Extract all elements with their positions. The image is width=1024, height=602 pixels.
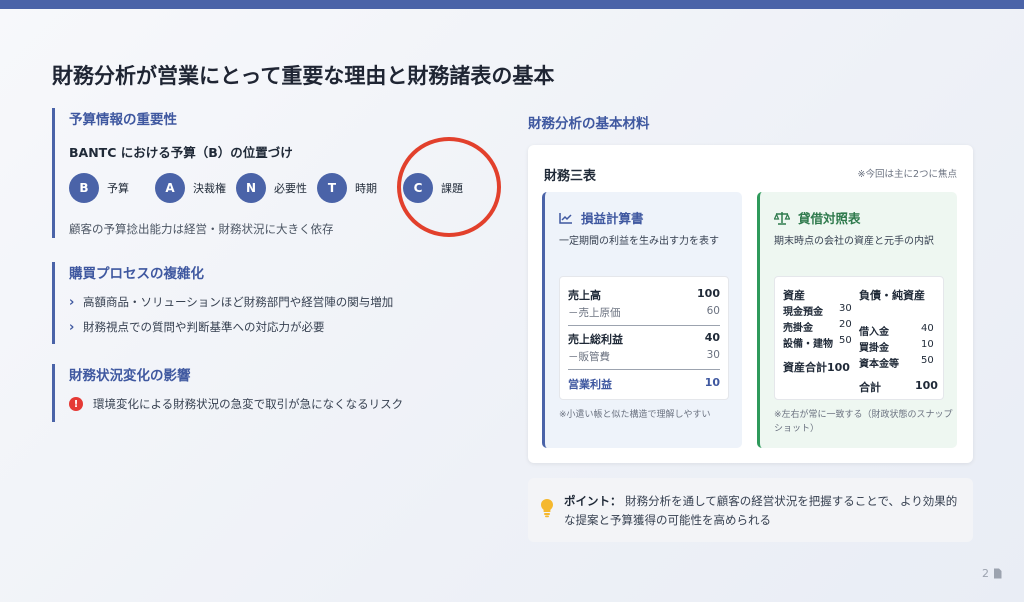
bullet-text: 高額商品・ソリューションほど財務部門や経営陣の関与増加 <box>83 295 394 309</box>
row-label: 営業利益 <box>568 378 612 391</box>
scale-icon <box>774 211 790 225</box>
chevron-right-icon: › <box>69 319 75 335</box>
purchase-section: 購買プロセスの複雑化 › 高額商品・ソリューションほど財務部門や経営陣の関与増加… <box>52 262 502 344</box>
bantc-label: 決裁権 <box>193 182 226 195</box>
bantc-label: 必要性 <box>274 182 307 195</box>
asset-value: 50 <box>839 335 852 346</box>
finance-change-section: 財務状況変化の影響 ! 環境変化による財務状況の急変で取引が急になくなるリスク <box>52 364 502 422</box>
page-number-text: 2 <box>982 567 989 580</box>
annotation-circle <box>397 137 501 237</box>
table-row: 売上総利益 40 <box>568 331 720 347</box>
balance-sheet-foot: ※左右が常に一致する（財政状態のスナップショット） <box>774 410 953 434</box>
income-statement-panel: 損益計算書 一定期間の利益を生み出す力を表す 売上高 100 －売上原価 60 … <box>542 192 742 448</box>
liabilities-total-value: 100 <box>915 379 938 392</box>
liability-value: 40 <box>921 323 934 334</box>
bantc-badge: T <box>317 173 347 203</box>
point-label: ポイント： <box>564 494 622 508</box>
bullet-text: 財務視点での質問や判断基準への対応力が必要 <box>83 320 325 334</box>
asset-value: 20 <box>839 319 852 330</box>
income-statement-foot: ※小遣い帳と似た構造で理解しやすい <box>559 410 711 420</box>
balance-sheet-panel: 貸借対照表 期末時点の会社の資産と元手の内訳 資産 負債・純資産 現金預金 30… <box>757 192 957 448</box>
row-value: 10 <box>704 376 720 389</box>
page-number: 2 <box>982 567 1002 580</box>
row-value: 30 <box>706 349 720 361</box>
row-label: 売上総利益 <box>568 333 623 346</box>
point-callout: ポイント： 財務分析を通して顧客の経営状況を把握することで、より効果的な提案と予… <box>528 478 973 542</box>
materials-heading: 財務分析の基本材料 <box>528 116 650 132</box>
bantc-label: 予算 <box>107 182 129 195</box>
finance-change-heading: 財務状況変化の影響 <box>69 368 191 384</box>
slide-title: 財務分析が営業にとって重要な理由と財務諸表の基本 <box>52 64 555 88</box>
point-body: 財務分析を通して顧客の経営状況を把握することで、より効果的な提案と予算獲得の可能… <box>564 494 958 527</box>
list-item: › 財務視点での質問や判断基準への対応力が必要 <box>69 319 502 335</box>
liabilities-heading: 負債・純資産 <box>859 289 925 302</box>
chevron-right-icon: › <box>69 294 75 310</box>
asset-label: 売掛金 <box>783 323 813 334</box>
bantc-item-b: B 予算 <box>69 173 129 203</box>
card-note: ※今回は主に2つに焦点 <box>857 169 957 180</box>
liability-label: 借入金 <box>859 327 889 338</box>
table-row: 営業利益 10 <box>568 376 720 392</box>
bantc-item-n: N 必要性 <box>236 173 307 203</box>
row-label: 売上高 <box>568 289 601 302</box>
income-statement-title: 損益計算書 <box>581 211 644 226</box>
document-icon <box>994 568 1002 579</box>
table-row: －売上原価 60 <box>568 305 720 320</box>
risk-text: 環境変化による財務状況の急変で取引が急になくなるリスク <box>93 397 404 411</box>
bantc-badge: N <box>236 173 266 203</box>
list-item: ! 環境変化による財務状況の急変で取引が急になくなるリスク <box>69 396 502 412</box>
row-label: －販管費 <box>568 351 610 363</box>
list-item: › 高額商品・ソリューションほど財務部門や経営陣の関与増加 <box>69 294 502 310</box>
bantc-item-t: T 時期 <box>317 173 377 203</box>
asset-label: 設備・建物 <box>783 339 833 350</box>
line-chart-icon <box>559 212 572 224</box>
bantc-item-a: A 決裁権 <box>155 173 226 203</box>
liability-value: 50 <box>921 355 934 366</box>
bantc-badge: B <box>69 173 99 203</box>
point-text: ポイント： 財務分析を通して顧客の経営状況を把握することで、より効果的な提案と予… <box>564 492 964 530</box>
warning-icon: ! <box>69 397 83 411</box>
income-statement-heading: 損益計算書 <box>559 208 644 227</box>
financial-statements-card: 財務三表 ※今回は主に2つに焦点 損益計算書 一定期間の利益を生み出す力を表す … <box>528 145 973 463</box>
row-value: 100 <box>697 287 720 300</box>
bantc-label: 時期 <box>355 182 377 195</box>
lightbulb-icon <box>541 499 553 518</box>
divider <box>568 325 720 326</box>
balance-sheet-desc: 期末時点の会社の資産と元手の内訳 <box>774 236 934 247</box>
row-label: －売上原価 <box>568 307 621 319</box>
divider <box>568 369 720 370</box>
table-row: 売上高 100 <box>568 287 720 303</box>
card-title: 財務三表 <box>544 169 597 184</box>
liability-label: 買掛金 <box>859 343 889 354</box>
liability-label: 資本金等 <box>859 359 899 370</box>
asset-value: 30 <box>839 303 852 314</box>
row-value: 40 <box>704 331 720 344</box>
balance-sheet-title: 貸借対照表 <box>798 211 861 226</box>
assets-total: 資産合計100 <box>783 361 850 374</box>
purchase-heading: 購買プロセスの複雑化 <box>69 266 204 282</box>
bantc-badge: A <box>155 173 185 203</box>
top-accent-bar <box>0 0 1024 9</box>
balance-sheet-table: 資産 負債・純資産 現金預金 30 売掛金 20 設備・建物 50 借入金 40… <box>774 276 944 400</box>
assets-heading: 資産 <box>783 289 805 302</box>
liabilities-total-label: 合計 <box>859 381 881 394</box>
asset-label: 現金預金 <box>783 307 823 318</box>
table-row: －販管費 30 <box>568 349 720 364</box>
income-statement-desc: 一定期間の利益を生み出す力を表す <box>559 236 719 247</box>
budget-heading: 予算情報の重要性 <box>69 112 177 128</box>
liability-value: 10 <box>921 339 934 350</box>
row-value: 60 <box>706 305 720 317</box>
income-statement-table: 売上高 100 －売上原価 60 売上総利益 40 －販管費 30 営業利益 1… <box>559 276 729 400</box>
balance-sheet-heading: 貸借対照表 <box>774 208 861 227</box>
